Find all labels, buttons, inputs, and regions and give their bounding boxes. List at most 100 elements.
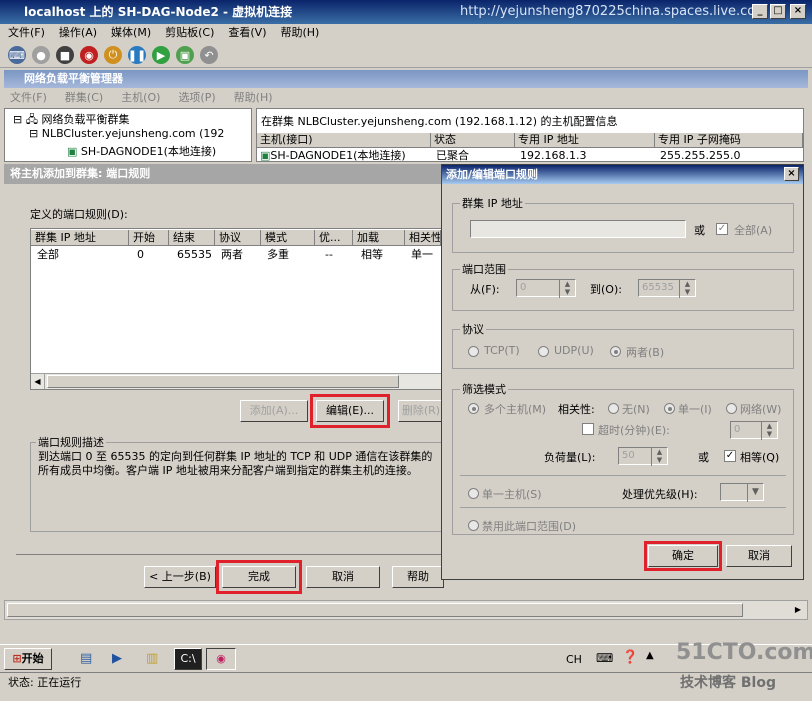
lv-col-end[interactable]: 结束 bbox=[169, 230, 215, 246]
start-icon[interactable]: ● bbox=[32, 46, 50, 64]
from-spinner-icon[interactable]: ▲ ▼ bbox=[559, 280, 575, 298]
port-rules-list[interactable]: 群集 IP 地址 开始 结束 协议 模式 优... 加载 相关性 全部 0 65… bbox=[30, 228, 442, 390]
manager-scroll-thumb[interactable] bbox=[7, 603, 743, 617]
nlb-menubar: 文件(F) 群集(C) 主机(O) 选项(P) 帮助(H) bbox=[4, 88, 808, 108]
start-button[interactable]: ⊞开始 bbox=[4, 648, 52, 670]
all-checkbox[interactable]: ✓ bbox=[716, 223, 728, 235]
tray-arrow-icon[interactable]: ▲ bbox=[646, 650, 654, 661]
col-status[interactable]: 状态 bbox=[431, 133, 515, 148]
wizard-title: 将主机添加到群集: 端口规则 bbox=[4, 164, 444, 184]
turn-off-icon[interactable]: ■ bbox=[56, 46, 74, 64]
nlb-menu-cluster[interactable]: 群集(C) bbox=[65, 88, 103, 108]
menu-clipboard[interactable]: 剪贴板(C) bbox=[165, 24, 214, 42]
to-spinner-icon[interactable]: ▲ ▼ bbox=[679, 280, 695, 298]
port-range-label: 端口范围 bbox=[460, 261, 508, 277]
lv-col-priority[interactable]: 优... bbox=[315, 230, 353, 246]
to-input[interactable]: 65535 ▲ ▼ bbox=[638, 279, 696, 298]
menu-media[interactable]: 媒体(M) bbox=[111, 24, 151, 42]
load-input[interactable]: 50 ▲ ▼ bbox=[618, 447, 668, 466]
cmd-task-button[interactable]: C:\ bbox=[174, 648, 202, 670]
lv-col-load[interactable]: 加载 bbox=[353, 230, 405, 246]
affinity-none-radio[interactable] bbox=[608, 403, 619, 414]
power-icon[interactable]: ⏻ bbox=[104, 46, 122, 64]
col-mask[interactable]: 专用 IP 子网掩码 bbox=[655, 133, 803, 148]
revert-icon[interactable]: ↶ bbox=[200, 46, 218, 64]
scroll-thumb[interactable] bbox=[47, 375, 399, 388]
dialog-cancel-button[interactable]: 取消 bbox=[726, 545, 792, 567]
server-manager-icon[interactable]: ▤ bbox=[80, 651, 92, 666]
affinity-single-radio[interactable] bbox=[664, 403, 675, 414]
col-host[interactable]: 主机(接口) bbox=[257, 133, 431, 148]
lv-col-affinity[interactable]: 相关性 bbox=[405, 230, 441, 246]
disable-radio[interactable] bbox=[468, 520, 479, 531]
nlb-menu-options[interactable]: 选项(P) bbox=[178, 88, 215, 108]
dialog-title: 添加/编辑端口规则 bbox=[446, 168, 539, 181]
cluster-ip-input[interactable] bbox=[470, 220, 686, 238]
tree-expand-icon[interactable]: ⊟ bbox=[13, 113, 22, 126]
defined-rules-label: 定义的端口规则(D): bbox=[30, 208, 128, 221]
scroll-right-icon[interactable]: ▶ bbox=[791, 603, 805, 617]
scroll-left-icon[interactable]: ◀ bbox=[31, 374, 45, 389]
tree-expand-icon[interactable]: ⊟ bbox=[29, 127, 38, 140]
multi-host-radio[interactable] bbox=[468, 403, 479, 414]
menu-action[interactable]: 操作(A) bbox=[59, 24, 97, 42]
col-ip[interactable]: 专用 IP 地址 bbox=[515, 133, 655, 148]
affinity-network-radio[interactable] bbox=[726, 403, 737, 414]
brand-logo: 51CTO.com bbox=[676, 640, 812, 665]
tree-host[interactable]: ▣ SH-DAGNODE1(本地连接) bbox=[67, 143, 216, 159]
maximize-button[interactable]: □ bbox=[770, 4, 786, 19]
add-rule-button[interactable]: 添加(A)... bbox=[240, 400, 308, 422]
rule-affinity: 单一 bbox=[411, 248, 433, 261]
lv-col-protocol[interactable]: 协议 bbox=[215, 230, 261, 246]
nlb-menu-host[interactable]: 主机(O) bbox=[121, 88, 160, 108]
pause-icon[interactable]: ❚❚ bbox=[128, 46, 146, 64]
shutdown-icon[interactable]: ◉ bbox=[80, 46, 98, 64]
resume-icon[interactable]: ▶ bbox=[152, 46, 170, 64]
tcp-radio[interactable] bbox=[468, 346, 479, 357]
back-button[interactable]: < 上一步(B) bbox=[144, 566, 216, 588]
udp-radio[interactable] bbox=[538, 346, 549, 357]
wizard-cancel-button[interactable]: 取消 bbox=[306, 566, 380, 588]
timeout-spinner-icon[interactable]: ▲ ▼ bbox=[761, 422, 777, 440]
row-host[interactable]: ▣SH-DAGNODE1(本地连接) bbox=[257, 149, 406, 163]
rule-mode: 多重 bbox=[267, 248, 289, 261]
equal-checkbox[interactable]: ✓ bbox=[724, 450, 736, 462]
menu-file[interactable]: 文件(F) bbox=[8, 24, 45, 42]
remove-rule-button[interactable]: 删除(R) bbox=[398, 400, 444, 422]
minimize-button[interactable]: _ bbox=[752, 4, 768, 19]
snapshot-icon[interactable]: ▣ bbox=[176, 46, 194, 64]
close-button[interactable]: × bbox=[790, 4, 806, 19]
timeout-checkbox[interactable] bbox=[582, 423, 594, 435]
chevron-down-icon[interactable]: ▼ bbox=[747, 484, 763, 502]
menu-help[interactable]: 帮助(H) bbox=[280, 24, 319, 42]
nlb-menu-help[interactable]: 帮助(H) bbox=[234, 88, 273, 108]
host-info-pane: 在群集 NLBCluster.yejunsheng.com (192.168.1… bbox=[256, 108, 804, 162]
both-radio[interactable] bbox=[610, 346, 621, 357]
from-input[interactable]: 0 ▲ ▼ bbox=[516, 279, 576, 298]
lv-col-ip[interactable]: 群集 IP 地址 bbox=[31, 230, 129, 246]
priority-select[interactable]: ▼ bbox=[720, 483, 764, 502]
powershell-icon[interactable]: ▶ bbox=[112, 651, 122, 666]
ctrl-alt-del-icon[interactable]: ⌨ bbox=[8, 46, 26, 64]
timeout-input[interactable]: 0 ▲ ▼ bbox=[730, 421, 778, 440]
dialog-close-icon[interactable]: × bbox=[784, 167, 799, 181]
rule-ip[interactable]: 全部 bbox=[33, 248, 59, 262]
rule-description-text: 到达端口 0 至 65535 的定向到任何群集 IP 地址的 TCP 和 UDP… bbox=[38, 450, 433, 477]
explorer-icon[interactable]: ▥ bbox=[146, 651, 158, 666]
language-indicator[interactable]: CH bbox=[566, 653, 582, 666]
single-host-radio[interactable] bbox=[468, 488, 479, 499]
row-status: 已聚合 bbox=[436, 149, 469, 162]
keyboard-icon[interactable]: ⌨ bbox=[596, 651, 613, 665]
nlb-menu-file[interactable]: 文件(F) bbox=[10, 88, 47, 108]
wizard-help-button[interactable]: 帮助 bbox=[392, 566, 444, 588]
manager-hscroll[interactable]: ▶ bbox=[4, 600, 808, 620]
lv-col-mode[interactable]: 模式 bbox=[261, 230, 315, 246]
udp-label: UDP(U) bbox=[554, 344, 594, 357]
lv-col-start[interactable]: 开始 bbox=[129, 230, 169, 246]
list-hscroll[interactable]: ◀ bbox=[31, 373, 441, 389]
help-icon[interactable]: ❓ bbox=[622, 650, 638, 665]
tree-cluster[interactable]: ⊟ NLBCluster.yejunsheng.com (192 bbox=[29, 127, 224, 140]
load-spinner-icon[interactable]: ▲ ▼ bbox=[651, 448, 667, 466]
nlb-task-button[interactable]: ◉ bbox=[206, 648, 236, 670]
menu-view[interactable]: 查看(V) bbox=[228, 24, 266, 42]
